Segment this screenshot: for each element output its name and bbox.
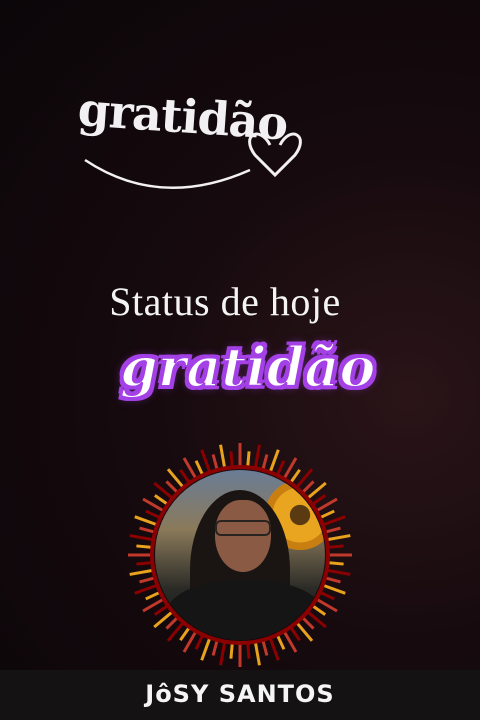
status-heading: Status de hoje <box>109 279 341 324</box>
glasses <box>215 520 271 536</box>
profile-name: JôSY SANTOS <box>145 680 335 708</box>
gratidao-sticker: gratidão <box>119 334 376 400</box>
body <box>165 580 325 640</box>
profile-photo <box>155 470 325 640</box>
heart-icon <box>84 132 302 190</box>
face <box>215 500 271 572</box>
